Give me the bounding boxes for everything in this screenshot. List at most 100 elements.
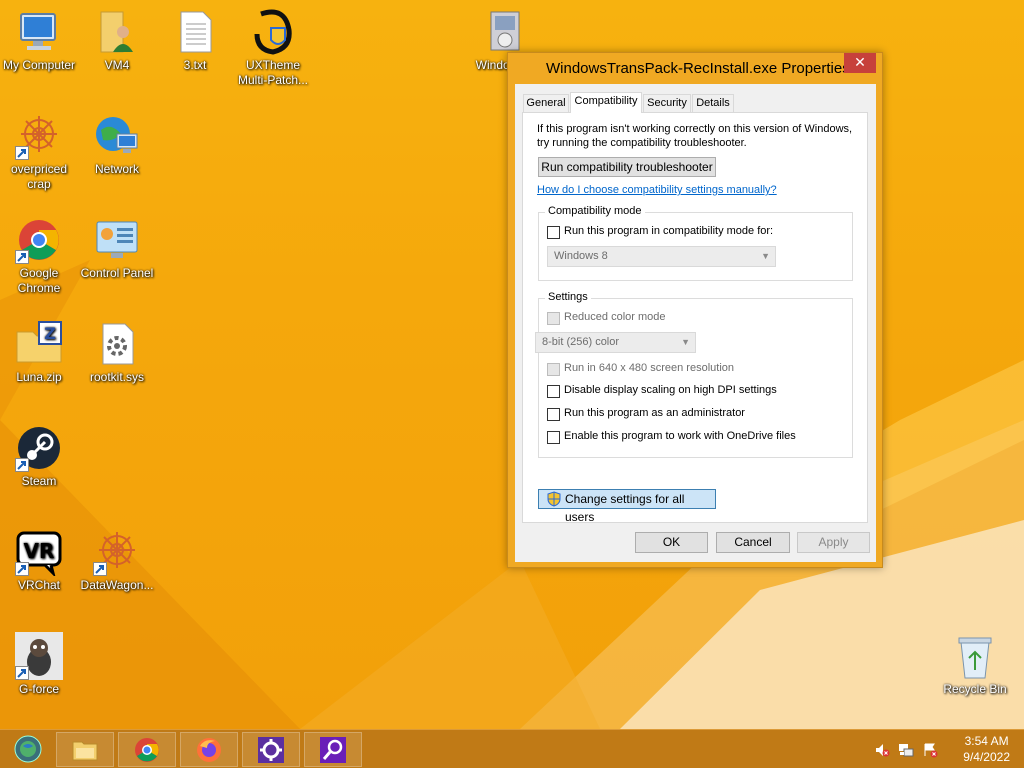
desktop-icon-g-force[interactable]: G-force xyxy=(0,632,78,697)
desktop-icon-luna-zip[interactable]: Z Luna.zip xyxy=(0,320,78,385)
taskbar-file-explorer[interactable] xyxy=(56,732,114,767)
desktop-icon-label: UXTheme Multi-Patch... xyxy=(237,58,309,87)
taskbar-settings[interactable] xyxy=(242,732,300,767)
dialog-client-area: General Compatibility Security Details I… xyxy=(515,84,876,562)
desktop-icon-3-txt[interactable]: 3.txt xyxy=(156,8,234,73)
desktop-icon-label: rootkit.sys xyxy=(89,370,144,384)
run-as-admin-checkbox[interactable] xyxy=(547,408,560,421)
desktop-icon-recycle-bin[interactable]: Recycle Bin xyxy=(936,632,1014,697)
chevron-down-icon: ▼ xyxy=(681,337,690,347)
taskbar-chrome[interactable] xyxy=(118,732,176,767)
desktop-icon-control-panel[interactable]: Control Panel xyxy=(78,216,156,281)
svg-text:Z: Z xyxy=(44,324,56,343)
chrome-icon xyxy=(135,738,159,762)
run-troubleshooter-button[interactable]: Run compatibility troubleshooter xyxy=(538,157,716,177)
dpi-scaling-checkbox[interactable] xyxy=(547,385,560,398)
intro-text-line1: If this program isn't working correctly … xyxy=(537,123,853,135)
desktop-icon-overpriced-crap[interactable]: overpriced crap xyxy=(0,112,78,192)
desktop-icon-label: Control Panel xyxy=(80,266,154,280)
desktop-icon-uxtheme[interactable]: UXTheme Multi-Patch... xyxy=(234,8,312,88)
cancel-button[interactable]: Cancel xyxy=(716,532,790,553)
compat-os-value: Windows 8 xyxy=(554,250,608,262)
onedrive-checkbox[interactable] xyxy=(547,431,560,444)
desktop-icon-vm4[interactable]: VM4 xyxy=(78,8,156,73)
dialog-title: WindowsTransPack-RecInstall.exe Properti… xyxy=(546,60,850,77)
close-icon: ✕ xyxy=(854,55,866,71)
desktop-icon-label: Luna.zip xyxy=(16,370,62,384)
tab-details[interactable]: Details xyxy=(692,94,734,112)
desktop-icon-datawagon[interactable]: DataWagon... xyxy=(78,528,156,593)
shortcut-arrow-icon xyxy=(15,146,29,160)
low-res-checkbox xyxy=(547,363,560,376)
start-orb-icon xyxy=(14,735,42,763)
start-button[interactable] xyxy=(0,732,52,767)
taskbar-search[interactable] xyxy=(304,732,362,767)
sys-file-icon xyxy=(93,320,141,368)
apply-button[interactable]: Apply xyxy=(797,532,870,553)
desktop-icon-network[interactable]: Network xyxy=(78,112,156,177)
zip-folder-icon: Z xyxy=(15,320,63,368)
dialog-titlebar[interactable]: WindowsTransPack-RecInstall.exe Properti… xyxy=(508,53,882,83)
compatibility-page: If this program isn't working correctly … xyxy=(522,112,868,524)
tab-security[interactable]: Security xyxy=(643,94,691,112)
taskbar: 3:54 AM 9/4/2022 xyxy=(0,729,1024,768)
desktop-icon-my-computer[interactable]: My Computer xyxy=(0,8,78,73)
firefox-icon xyxy=(197,738,221,762)
shortcut-arrow-icon xyxy=(15,666,29,680)
clock-date: 9/4/2022 xyxy=(963,750,1010,764)
vrchat-icon: VR xyxy=(15,528,63,578)
close-button[interactable]: ✕ xyxy=(844,53,876,73)
uxtheme-icon xyxy=(249,8,297,56)
low-res-label: Run in 640 x 480 screen resolution xyxy=(564,362,734,374)
compatibility-mode-group: Compatibility mode Run this program in c… xyxy=(538,205,853,281)
taskbar-firefox[interactable] xyxy=(180,732,238,767)
settings-legend: Settings xyxy=(545,291,591,303)
desktop-icon-steam[interactable]: Steam xyxy=(0,424,78,489)
reduced-color-label: Reduced color mode xyxy=(564,311,666,323)
compat-os-select: Windows 8 ▼ xyxy=(547,246,776,267)
desktop-icon-label: VRChat xyxy=(17,578,61,592)
desktop-icon-label: Steam xyxy=(21,474,57,488)
properties-dialog: WindowsTransPack-RecInstall.exe Properti… xyxy=(507,52,883,568)
desktop-icon-label: My Computer xyxy=(2,58,76,72)
settings-icon xyxy=(258,737,284,763)
compat-settings-help-link[interactable]: How do I choose compatibility settings m… xyxy=(537,184,777,196)
shortcut-arrow-icon xyxy=(93,562,107,576)
chevron-down-icon: ▼ xyxy=(761,251,770,261)
steam-icon xyxy=(15,424,63,472)
desktop-icon-label: 3.txt xyxy=(183,58,207,72)
clock[interactable]: 3:54 AM 9/4/2022 xyxy=(963,733,1010,765)
shortcut-arrow-icon xyxy=(15,458,29,472)
color-depth-select: 8-bit (256) color ▼ xyxy=(535,332,696,353)
starburst-icon xyxy=(93,528,141,576)
desktop-icon-google-chrome[interactable]: Google Chrome xyxy=(0,216,78,296)
clock-time: 3:54 AM xyxy=(964,734,1009,748)
change-settings-all-users-button[interactable]: Change settings for all users xyxy=(538,489,716,524)
ok-button[interactable]: OK xyxy=(635,532,708,553)
recycle-bin-icon xyxy=(951,632,999,680)
tab-compatibility[interactable]: Compatibility xyxy=(570,92,642,113)
desktop-icon-label: DataWagon... xyxy=(80,578,154,592)
action-center-icon[interactable] xyxy=(922,742,938,758)
desktop-icon-label: G-force xyxy=(18,682,59,696)
desktop-icon-rootkit-sys[interactable]: rootkit.sys xyxy=(78,320,156,385)
desktop-icon-label: Network xyxy=(94,162,139,176)
control-panel-icon xyxy=(93,216,141,264)
desktop-icon-vrchat[interactable]: VR VRChat xyxy=(0,528,78,593)
volume-muted-icon[interactable] xyxy=(874,742,890,758)
shortcut-arrow-icon xyxy=(15,562,29,576)
computer-icon xyxy=(15,8,63,56)
chrome-icon xyxy=(15,216,63,264)
tab-general[interactable]: General xyxy=(523,94,569,112)
dpi-scaling-label: Disable display scaling on high DPI sett… xyxy=(564,384,777,396)
settings-group: Settings Reduced color mode 8-bit (256) … xyxy=(535,291,853,458)
compat-mode-checkbox[interactable] xyxy=(547,226,560,239)
gforce-icon xyxy=(15,632,63,680)
intro-text-line2: try running the compatibility troublesho… xyxy=(537,137,747,149)
network-tray-icon[interactable] xyxy=(898,742,914,758)
desktop-icon-label: Google Chrome xyxy=(17,266,61,295)
change-settings-label: Change settings for all users xyxy=(565,492,685,524)
search-icon xyxy=(320,737,346,763)
compatibility-mode-legend: Compatibility mode xyxy=(545,205,645,217)
svg-text:VR: VR xyxy=(24,539,55,563)
